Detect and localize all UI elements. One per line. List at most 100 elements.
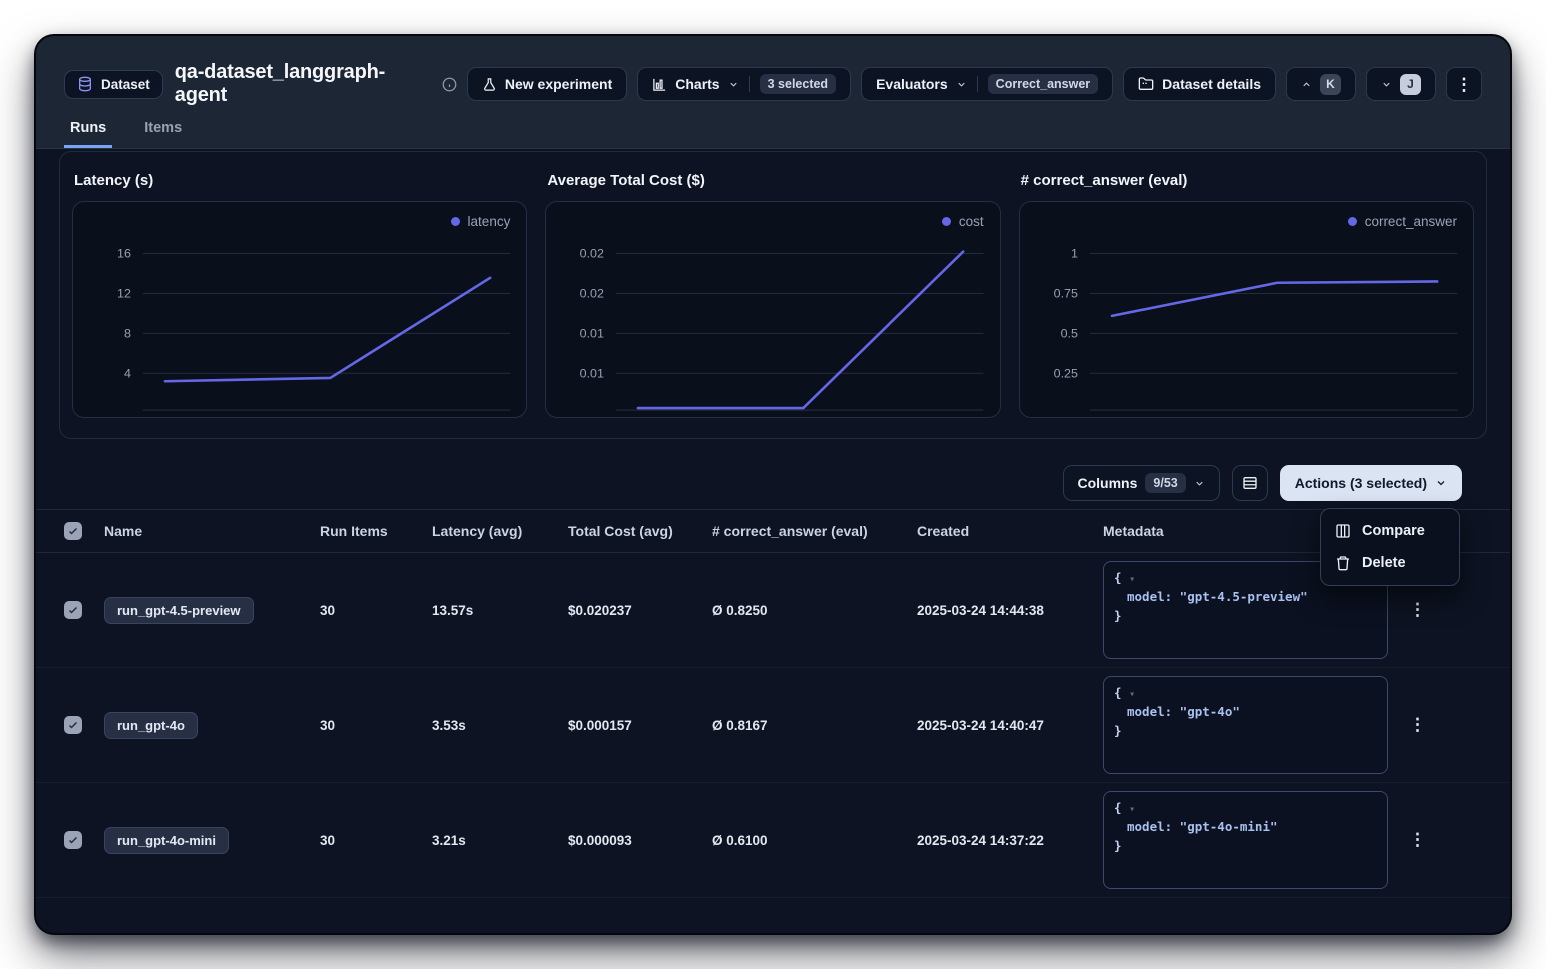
correct-answer-cell: Ø 0.6100 <box>712 833 917 848</box>
compare-label: Compare <box>1362 523 1425 539</box>
row-checkbox[interactable] <box>64 601 82 619</box>
nav-down-button[interactable]: J <box>1366 67 1436 101</box>
table-row[interactable]: run_gpt-4.5-preview 30 13.57s $0.020237 … <box>36 553 1510 668</box>
legend-dot-icon <box>1348 217 1357 226</box>
chart-0: Latency (s)latency161284 <box>72 166 527 418</box>
bar-chart-icon <box>652 77 667 92</box>
kebab-menu-icon: ⋮ <box>1456 76 1473 93</box>
legend-label: latency <box>468 214 511 229</box>
total-cost-cell: $0.000093 <box>568 833 712 848</box>
dataset-type-badge: Dataset <box>64 70 163 99</box>
actions-label: Actions (3 selected) <box>1295 475 1427 491</box>
column-header-correct-answer[interactable]: # correct_answer (eval) <box>712 523 917 539</box>
chart-plot-area: correct_answer10.750.50.25 <box>1019 201 1474 418</box>
table-body: run_gpt-4.5-preview 30 13.57s $0.020237 … <box>36 553 1510 898</box>
row-height-button[interactable] <box>1232 465 1268 501</box>
evaluators-button[interactable]: Evaluators Correct_answer <box>861 67 1113 101</box>
evaluators-selected-badge: Correct_answer <box>988 74 1099 94</box>
correct-answer-cell: Ø 0.8167 <box>712 718 917 733</box>
collapse-chevron-icon[interactable]: ▾ <box>1129 689 1135 700</box>
table-header-row: Name Run Items Latency (avg) Total Cost … <box>36 509 1510 553</box>
charts-selected-badge: 3 selected <box>760 74 836 94</box>
svg-text:0.75: 0.75 <box>1053 286 1077 300</box>
run-name-badge[interactable]: run_gpt-4.5-preview <box>104 597 254 624</box>
charts-label: Charts <box>675 76 719 92</box>
actions-dropdown-menu: Compare Delete <box>1320 508 1460 586</box>
chart-1: Average Total Cost ($)cost0.020.020.010.… <box>545 166 1000 418</box>
chart-2: # correct_answer (eval)correct_answer10.… <box>1019 166 1474 418</box>
latency-cell: 3.53s <box>432 718 568 733</box>
latency-cell: 13.57s <box>432 603 568 618</box>
menu-item-compare[interactable]: Compare <box>1327 515 1453 547</box>
chevron-down-icon <box>1194 478 1205 489</box>
chevron-down-icon <box>1381 79 1392 90</box>
legend-label: correct_answer <box>1365 214 1457 229</box>
more-options-button[interactable]: ⋮ <box>1446 67 1482 101</box>
svg-text:0.01: 0.01 <box>580 366 604 380</box>
run-name-badge[interactable]: run_gpt-4o-mini <box>104 827 229 854</box>
svg-text:0.25: 0.25 <box>1053 366 1077 380</box>
svg-text:4: 4 <box>124 366 131 380</box>
columns-label: Columns <box>1078 475 1138 491</box>
metadata-json-box[interactable]: { ▾ model: "gpt-4o-mini" } <box>1103 791 1388 889</box>
row-checkbox[interactable] <box>64 716 82 734</box>
svg-text:0.02: 0.02 <box>580 247 604 261</box>
row-checkbox[interactable] <box>64 831 82 849</box>
database-icon <box>77 76 93 92</box>
info-icon[interactable] <box>442 77 457 92</box>
legend-dot-icon <box>942 217 951 226</box>
run-name-badge[interactable]: run_gpt-4o <box>104 712 198 739</box>
new-experiment-button[interactable]: New experiment <box>467 67 627 101</box>
column-header-total-cost[interactable]: Total Cost (avg) <box>568 523 712 539</box>
chevron-down-icon <box>956 79 967 90</box>
column-header-latency[interactable]: Latency (avg) <box>432 523 568 539</box>
delete-label: Delete <box>1362 555 1406 571</box>
row-actions-menu-icon[interactable]: ⋮ <box>1395 830 1426 849</box>
runs-table: Name Run Items Latency (avg) Total Cost … <box>36 509 1510 898</box>
page-header: Dataset qa-dataset_langgraph-agent <box>36 36 1510 149</box>
folder-icon <box>1138 76 1154 92</box>
column-header-run-items[interactable]: Run Items <box>320 523 432 539</box>
trash-icon <box>1335 555 1351 571</box>
table-row[interactable]: run_gpt-4o-mini 30 3.21s $0.000093 Ø 0.6… <box>36 783 1510 898</box>
select-all-checkbox[interactable] <box>64 522 82 540</box>
row-actions-menu-icon[interactable]: ⋮ <box>1395 715 1426 734</box>
correct-answer-cell: Ø 0.8250 <box>712 603 917 618</box>
chart-title: Average Total Cost ($) <box>547 172 1000 189</box>
evaluators-label: Evaluators <box>876 76 948 92</box>
column-header-name[interactable]: Name <box>104 523 320 539</box>
charts-section: Latency (s)latency161284Average Total Co… <box>59 151 1487 439</box>
collapse-chevron-icon[interactable]: ▾ <box>1129 804 1135 815</box>
actions-button[interactable]: Actions (3 selected) <box>1280 465 1462 501</box>
menu-item-delete[interactable]: Delete <box>1327 547 1453 579</box>
table-row[interactable]: run_gpt-4o 30 3.53s $0.000157 Ø 0.8167 2… <box>36 668 1510 783</box>
tab-bar: Runs Items <box>64 120 188 148</box>
svg-text:1: 1 <box>1071 247 1078 261</box>
latency-cell: 3.21s <box>432 833 568 848</box>
run-items-cell: 30 <box>320 833 432 848</box>
tab-runs[interactable]: Runs <box>64 120 112 148</box>
chart-legend: cost <box>942 214 984 229</box>
dataset-details-button[interactable]: Dataset details <box>1123 67 1276 101</box>
charts-button[interactable]: Charts 3 selected <box>637 67 851 101</box>
legend-dot-icon <box>451 217 460 226</box>
column-header-created[interactable]: Created <box>917 523 1103 539</box>
metadata-json-box[interactable]: { ▾ model: "gpt-4o" } <box>1103 676 1388 774</box>
charts-row: Latency (s)latency161284Average Total Co… <box>72 166 1474 418</box>
columns-icon <box>1335 523 1351 539</box>
nav-up-button[interactable]: K <box>1286 67 1356 101</box>
svg-text:8: 8 <box>124 326 131 340</box>
chart-plot-area: cost0.020.020.010.01 <box>545 201 1000 418</box>
run-items-cell: 30 <box>320 603 432 618</box>
total-cost-cell: $0.020237 <box>568 603 712 618</box>
columns-button[interactable]: Columns 9/53 <box>1063 465 1220 501</box>
new-experiment-label: New experiment <box>505 76 612 92</box>
tab-items[interactable]: Items <box>138 120 188 148</box>
created-cell: 2025-03-24 14:44:38 <box>917 603 1103 618</box>
collapse-chevron-icon[interactable]: ▾ <box>1129 574 1135 585</box>
dataset-details-label: Dataset details <box>1162 76 1261 92</box>
chevron-down-icon <box>1435 477 1447 489</box>
svg-text:16: 16 <box>117 247 131 261</box>
row-actions-menu-icon[interactable]: ⋮ <box>1395 600 1426 619</box>
table-toolbar: Columns 9/53 Actions (3 selected) <box>36 439 1510 501</box>
